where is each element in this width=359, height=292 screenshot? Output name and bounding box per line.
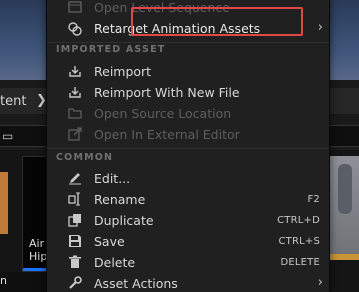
duplicate-icon bbox=[67, 213, 83, 229]
shortcut-hint: CTRL+S bbox=[278, 236, 320, 247]
menu-item-reimport-with-new-file[interactable]: Reimport With New File bbox=[47, 83, 329, 104]
asset-name-line-2: Hip bbox=[29, 250, 48, 263]
content-browser-search-right bbox=[330, 125, 359, 147]
section-header-common: COMMON bbox=[56, 152, 114, 163]
save-icon bbox=[67, 234, 83, 250]
menu-item-duplicate[interactable]: Duplicate CTRL+D bbox=[47, 211, 329, 232]
trash-icon bbox=[67, 255, 83, 271]
film-icon bbox=[67, 0, 83, 16]
menu-item-open-level-sequence[interactable]: Open Level Sequence bbox=[47, 0, 329, 19]
asset-thumbnail-character[interactable] bbox=[330, 156, 359, 260]
menu-item-label: Asset Actions bbox=[94, 276, 178, 291]
viewport-preview-right bbox=[330, 0, 359, 80]
external-icon bbox=[67, 127, 83, 143]
menu-item-open-source-location[interactable]: Open Source Location bbox=[47, 104, 329, 125]
menu-item-label: Save bbox=[94, 234, 125, 249]
menu-item-reimport[interactable]: Reimport bbox=[47, 62, 329, 83]
menu-item-edit[interactable]: Edit... bbox=[47, 169, 329, 190]
reimport-icon bbox=[67, 85, 83, 101]
menu-item-label: Rename bbox=[94, 192, 146, 207]
menu-item-label: Retarget Animation Assets bbox=[94, 21, 261, 36]
folder-icon bbox=[67, 106, 83, 122]
shortcut-hint: CTRL+D bbox=[277, 215, 320, 226]
menu-divider bbox=[47, 42, 329, 43]
menu-item-label: Reimport bbox=[94, 64, 152, 79]
content-browser-path-bar: tent ❯ bbox=[0, 88, 47, 114]
retarget-icon bbox=[67, 21, 83, 37]
shortcut-hint: DELETE bbox=[280, 257, 320, 268]
asset-context-menu: Open Level Sequence Retarget Animation A… bbox=[46, 0, 330, 292]
menu-divider bbox=[47, 148, 329, 149]
menu-item-label: Reimport With New File bbox=[94, 85, 240, 100]
pencil-icon bbox=[67, 171, 83, 187]
menu-item-asset-actions[interactable]: Asset Actions › bbox=[47, 274, 329, 292]
menu-item-label: Delete bbox=[94, 255, 136, 270]
menu-item-delete[interactable]: Delete DELETE bbox=[47, 253, 329, 274]
reimport-icon bbox=[67, 64, 83, 80]
menu-item-rename[interactable]: Rename F2 bbox=[47, 190, 329, 211]
content-browser-search[interactable]: ▭ bbox=[0, 125, 46, 147]
submenu-chevron-icon: › bbox=[317, 275, 323, 290]
shortcut-hint: F2 bbox=[307, 194, 320, 205]
character-figure-image bbox=[338, 164, 352, 214]
menu-item-label: Open In External Editor bbox=[94, 127, 240, 142]
asset-name-fragment: n bbox=[0, 274, 7, 287]
menu-item-retarget-animation-assets[interactable]: Retarget Animation Assets › bbox=[47, 19, 329, 40]
asset-thumbnail-partial[interactable] bbox=[0, 172, 8, 234]
menu-item-open-in-external-editor[interactable]: Open In External Editor bbox=[47, 125, 329, 146]
menu-item-label: Open Level Sequence bbox=[94, 0, 230, 15]
menu-item-label: Duplicate bbox=[94, 213, 154, 228]
submenu-chevron-icon: › bbox=[317, 20, 323, 35]
search-icon: ▭ bbox=[2, 129, 14, 143]
asset-type-color-bar bbox=[330, 254, 359, 260]
viewport-preview-left bbox=[0, 0, 46, 80]
wrench-icon bbox=[67, 276, 83, 292]
menu-item-label: Open Source Location bbox=[94, 106, 232, 121]
content-browser-path-bar-right bbox=[330, 88, 359, 114]
breadcrumb-content[interactable]: tent bbox=[0, 94, 26, 109]
rename-icon bbox=[67, 192, 83, 208]
menu-item-label: Edit... bbox=[94, 171, 131, 186]
menu-item-save[interactable]: Save CTRL+S bbox=[47, 232, 329, 253]
asset-thumbnail-selected[interactable]: Air Hip bbox=[22, 156, 48, 272]
section-header-imported-asset: IMPORTED ASSET bbox=[56, 44, 166, 55]
asset-thumbnail-label-strip: n bbox=[0, 272, 46, 292]
asset-type-color-bar bbox=[23, 268, 46, 271]
asset-name-line-1: Air bbox=[29, 237, 45, 250]
